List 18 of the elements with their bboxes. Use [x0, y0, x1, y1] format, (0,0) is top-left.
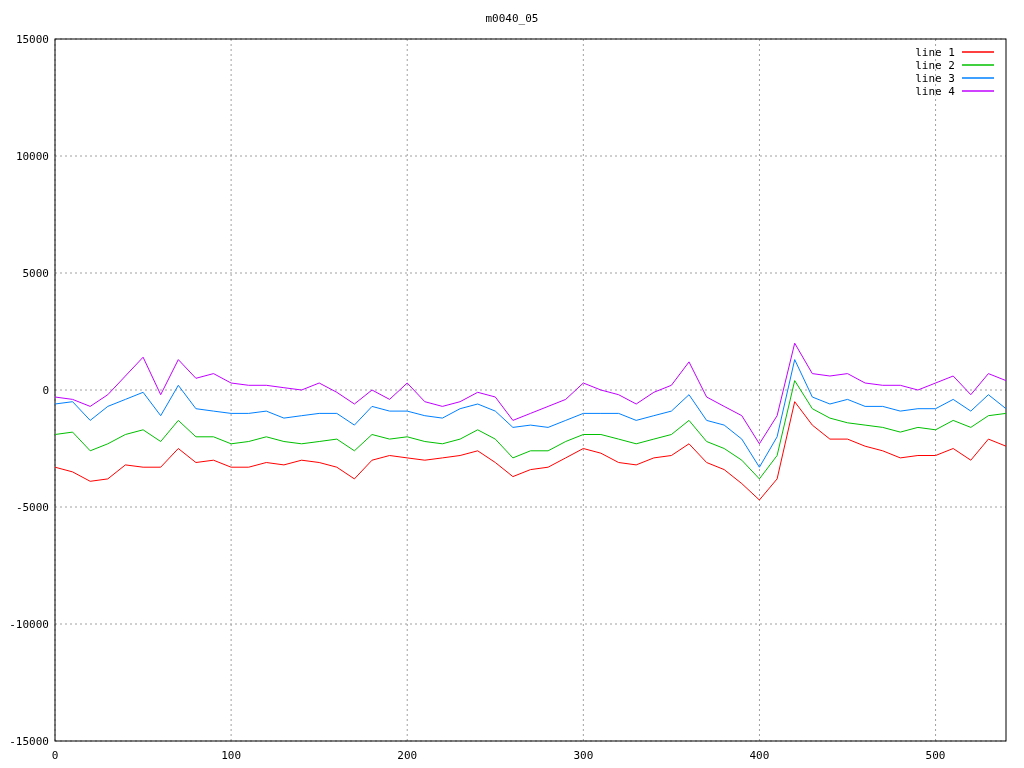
x-tick-label: 400 — [749, 749, 770, 762]
x-tick-label: 0 — [51, 749, 59, 762]
y-tick-label: 0 — [42, 384, 49, 397]
x-tick-label: 300 — [573, 749, 594, 762]
chart-title: m0040_05 — [485, 12, 539, 25]
legend-label: line 4 — [915, 85, 955, 98]
legend-label: line 1 — [915, 46, 955, 59]
x-tick-label: 500 — [925, 749, 946, 762]
legend-label: line 2 — [915, 59, 955, 72]
y-tick-label: -15000 — [9, 735, 49, 748]
y-tick-label: -5000 — [15, 501, 49, 514]
x-tick-label: 100 — [221, 749, 242, 762]
y-tick-label: 15000 — [15, 33, 49, 46]
y-tick-label: 10000 — [15, 150, 49, 163]
legend-label: line 3 — [915, 72, 955, 85]
y-tick-label: 5000 — [22, 267, 49, 280]
y-tick-label: -10000 — [9, 618, 49, 631]
x-tick-label: 200 — [397, 749, 418, 762]
